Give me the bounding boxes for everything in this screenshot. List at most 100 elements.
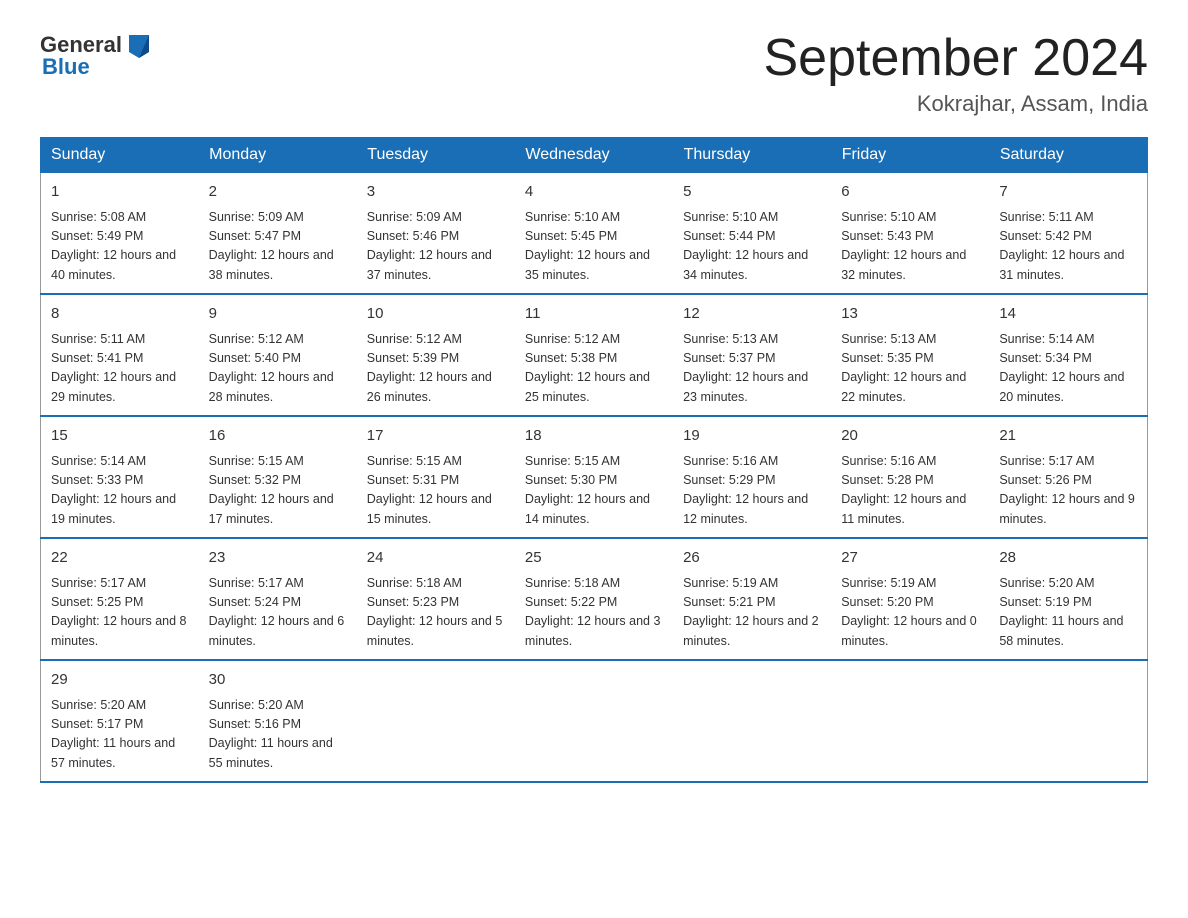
day-number: 25 xyxy=(525,547,663,570)
day-info: Sunrise: 5:18 AMSunset: 5:22 PMDaylight:… xyxy=(525,574,663,652)
table-row: 26Sunrise: 5:19 AMSunset: 5:21 PMDayligh… xyxy=(673,538,831,660)
calendar-title: September 2024 xyxy=(764,30,1149,87)
day-number: 19 xyxy=(683,425,821,448)
day-number: 27 xyxy=(841,547,979,570)
table-row xyxy=(831,660,989,782)
day-info: Sunrise: 5:10 AMSunset: 5:45 PMDaylight:… xyxy=(525,208,663,286)
logo: General Blue xyxy=(40,30,154,80)
col-monday: Monday xyxy=(199,138,357,173)
table-row: 6 Sunrise: 5:10 AMSunset: 5:43 PMDaylight… xyxy=(831,173,989,295)
day-number: 3 xyxy=(367,181,505,204)
day-info: Sunrise: 5:18 AMSunset: 5:23 PMDaylight:… xyxy=(367,574,505,652)
calendar-table: Sunday Monday Tuesday Wednesday Thursday… xyxy=(40,137,1148,783)
day-number: 8 xyxy=(51,303,189,326)
table-row: 18 Sunrise: 5:15 AMSunset: 5:30 PMDayligh… xyxy=(515,416,673,538)
day-info: Sunrise: 5:16 AMSunset: 5:29 PMDaylight:… xyxy=(683,452,821,530)
day-info: Sunrise: 5:14 AMSunset: 5:34 PMDaylight:… xyxy=(999,330,1137,408)
table-row xyxy=(673,660,831,782)
table-row: 9 Sunrise: 5:12 AMSunset: 5:40 PMDaylight… xyxy=(199,294,357,416)
day-info: Sunrise: 5:17 AMSunset: 5:24 PMDaylight:… xyxy=(209,574,347,652)
day-info: Sunrise: 5:10 AMSunset: 5:43 PMDaylight:… xyxy=(841,208,979,286)
col-friday: Friday xyxy=(831,138,989,173)
table-row xyxy=(357,660,515,782)
table-row: 12 Sunrise: 5:13 AMSunset: 5:37 PMDayligh… xyxy=(673,294,831,416)
table-row: 13 Sunrise: 5:13 AMSunset: 5:35 PMDayligh… xyxy=(831,294,989,416)
day-number: 15 xyxy=(51,425,189,448)
day-info: Sunrise: 5:09 AMSunset: 5:46 PMDaylight:… xyxy=(367,208,505,286)
table-row xyxy=(515,660,673,782)
table-row xyxy=(989,660,1147,782)
table-row: 30Sunrise: 5:20 AMSunset: 5:16 PMDayligh… xyxy=(199,660,357,782)
day-info: Sunrise: 5:08 AMSunset: 5:49 PMDaylight:… xyxy=(51,208,189,286)
day-info: Sunrise: 5:12 AMSunset: 5:40 PMDaylight:… xyxy=(209,330,347,408)
logo-blue: Blue xyxy=(42,54,90,80)
day-info: Sunrise: 5:16 AMSunset: 5:28 PMDaylight:… xyxy=(841,452,979,530)
day-number: 30 xyxy=(209,669,347,692)
table-row: 28 Sunrise: 5:20 AMSunset: 5:19 PMDayligh… xyxy=(989,538,1147,660)
table-row: 19 Sunrise: 5:16 AMSunset: 5:29 PMDayligh… xyxy=(673,416,831,538)
col-thursday: Thursday xyxy=(673,138,831,173)
table-row: 22 Sunrise: 5:17 AMSunset: 5:25 PMDayligh… xyxy=(41,538,199,660)
calendar-week-2: 8 Sunrise: 5:11 AMSunset: 5:41 PMDaylight… xyxy=(41,294,1148,416)
col-saturday: Saturday xyxy=(989,138,1147,173)
day-number: 28 xyxy=(999,547,1137,570)
day-info: Sunrise: 5:12 AMSunset: 5:38 PMDaylight:… xyxy=(525,330,663,408)
table-row: 27 Sunrise: 5:19 AMSunset: 5:20 PMDayligh… xyxy=(831,538,989,660)
table-row: 3 Sunrise: 5:09 AMSunset: 5:46 PMDaylight… xyxy=(357,173,515,295)
day-info: Sunrise: 5:10 AMSunset: 5:44 PMDaylight:… xyxy=(683,208,821,286)
day-number: 22 xyxy=(51,547,189,570)
day-number: 7 xyxy=(999,181,1137,204)
day-number: 5 xyxy=(683,181,821,204)
day-info: Sunrise: 5:17 AMSunset: 5:26 PMDaylight:… xyxy=(999,452,1137,530)
day-info: Sunrise: 5:11 AMSunset: 5:41 PMDaylight:… xyxy=(51,330,189,408)
col-sunday: Sunday xyxy=(41,138,199,173)
day-number: 9 xyxy=(209,303,347,326)
day-number: 23 xyxy=(209,547,347,570)
day-info: Sunrise: 5:15 AMSunset: 5:30 PMDaylight:… xyxy=(525,452,663,530)
calendar-week-5: 29 Sunrise: 5:20 AMSunset: 5:17 PMDayligh… xyxy=(41,660,1148,782)
day-number: 14 xyxy=(999,303,1137,326)
day-number: 2 xyxy=(209,181,347,204)
page-header: General Blue September 2024 Kokrajhar, A… xyxy=(40,30,1148,117)
day-number: 29 xyxy=(51,669,189,692)
table-row: 20 Sunrise: 5:16 AMSunset: 5:28 PMDayligh… xyxy=(831,416,989,538)
day-number: 13 xyxy=(841,303,979,326)
table-row: 17Sunrise: 5:15 AMSunset: 5:31 PMDayligh… xyxy=(357,416,515,538)
day-number: 16 xyxy=(209,425,347,448)
day-number: 21 xyxy=(999,425,1137,448)
day-info: Sunrise: 5:12 AMSunset: 5:39 PMDaylight:… xyxy=(367,330,505,408)
table-row: 11Sunrise: 5:12 AMSunset: 5:38 PMDayligh… xyxy=(515,294,673,416)
table-row: 5 Sunrise: 5:10 AMSunset: 5:44 PMDaylight… xyxy=(673,173,831,295)
table-row: 21 Sunrise: 5:17 AMSunset: 5:26 PMDayligh… xyxy=(989,416,1147,538)
table-row: 25 Sunrise: 5:18 AMSunset: 5:22 PMDayligh… xyxy=(515,538,673,660)
day-number: 4 xyxy=(525,181,663,204)
table-row: 8 Sunrise: 5:11 AMSunset: 5:41 PMDaylight… xyxy=(41,294,199,416)
day-number: 18 xyxy=(525,425,663,448)
calendar-week-3: 15Sunrise: 5:14 AMSunset: 5:33 PMDayligh… xyxy=(41,416,1148,538)
table-row: 24 Sunrise: 5:18 AMSunset: 5:23 PMDayligh… xyxy=(357,538,515,660)
day-number: 24 xyxy=(367,547,505,570)
day-info: Sunrise: 5:20 AMSunset: 5:17 PMDaylight:… xyxy=(51,696,189,774)
table-row: 1Sunrise: 5:08 AMSunset: 5:49 PMDaylight… xyxy=(41,173,199,295)
table-row: 15Sunrise: 5:14 AMSunset: 5:33 PMDayligh… xyxy=(41,416,199,538)
day-number: 6 xyxy=(841,181,979,204)
day-number: 17 xyxy=(367,425,505,448)
day-info: Sunrise: 5:17 AMSunset: 5:25 PMDaylight:… xyxy=(51,574,189,652)
title-section: September 2024 Kokrajhar, Assam, India xyxy=(764,30,1149,117)
calendar-header-row: Sunday Monday Tuesday Wednesday Thursday… xyxy=(41,138,1148,173)
day-info: Sunrise: 5:15 AMSunset: 5:32 PMDaylight:… xyxy=(209,452,347,530)
day-info: Sunrise: 5:11 AMSunset: 5:42 PMDaylight:… xyxy=(999,208,1137,286)
calendar-week-4: 22 Sunrise: 5:17 AMSunset: 5:25 PMDayligh… xyxy=(41,538,1148,660)
day-number: 12 xyxy=(683,303,821,326)
day-info: Sunrise: 5:20 AMSunset: 5:19 PMDaylight:… xyxy=(999,574,1137,652)
table-row: 4 Sunrise: 5:10 AMSunset: 5:45 PMDaylight… xyxy=(515,173,673,295)
day-info: Sunrise: 5:13 AMSunset: 5:37 PMDaylight:… xyxy=(683,330,821,408)
day-info: Sunrise: 5:19 AMSunset: 5:20 PMDaylight:… xyxy=(841,574,979,652)
table-row: 2Sunrise: 5:09 AMSunset: 5:47 PMDaylight… xyxy=(199,173,357,295)
calendar-subtitle: Kokrajhar, Assam, India xyxy=(764,91,1149,117)
day-number: 20 xyxy=(841,425,979,448)
day-info: Sunrise: 5:13 AMSunset: 5:35 PMDaylight:… xyxy=(841,330,979,408)
table-row: 29 Sunrise: 5:20 AMSunset: 5:17 PMDayligh… xyxy=(41,660,199,782)
table-row: 16 Sunrise: 5:15 AMSunset: 5:32 PMDayligh… xyxy=(199,416,357,538)
table-row: 10Sunrise: 5:12 AMSunset: 5:39 PMDayligh… xyxy=(357,294,515,416)
